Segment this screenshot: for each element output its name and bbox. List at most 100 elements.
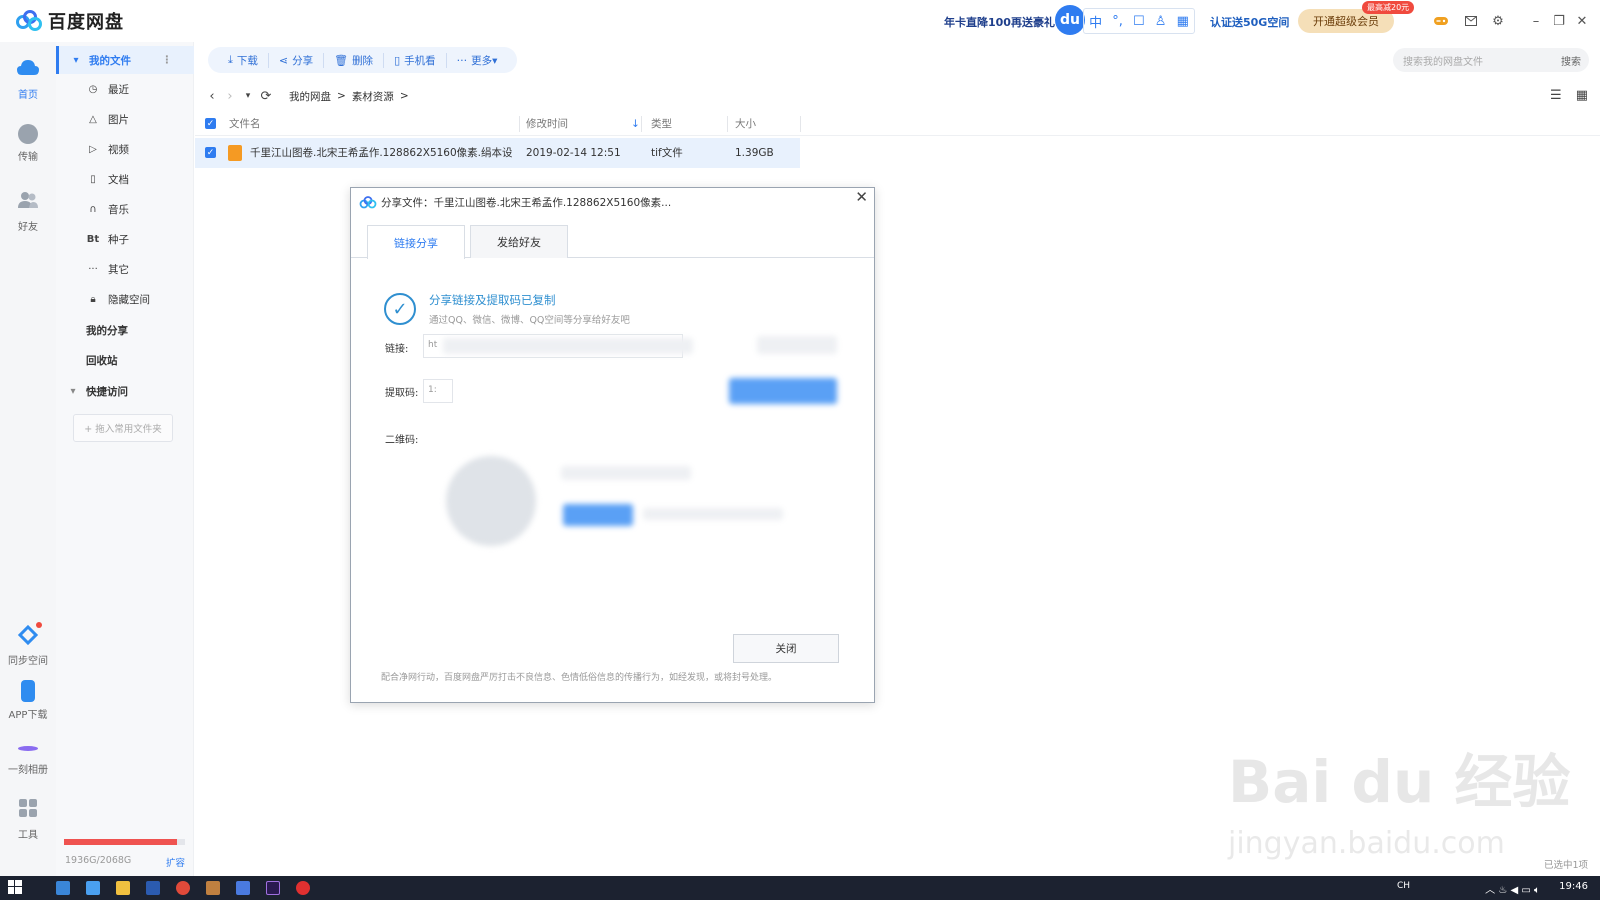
rail-item-friends[interactable]: 好友 <box>0 190 56 233</box>
baidu-pan-logo-icon <box>359 196 377 212</box>
word-icon[interactable] <box>146 881 160 895</box>
ime-keyboard-icon[interactable]: ☐ <box>1133 14 1145 29</box>
vip-discount-badge: 最高减20元 <box>1362 1 1415 14</box>
ime-punct-icon[interactable]: °, <box>1112 14 1123 29</box>
select-all-checkbox[interactable]: ✓ <box>205 118 216 130</box>
taskbar-app-icon[interactable] <box>86 881 100 895</box>
tray-icons[interactable]: ︿ ♨ ◀ ▭ 🔈︎ <box>1485 881 1540 896</box>
blurred-copy-link-button[interactable] <box>757 336 837 354</box>
view-on-mobile-button[interactable]: ▯ 手机看 <box>384 52 447 68</box>
sidebar-item-other[interactable]: ··· 其它 <box>56 255 194 283</box>
checkmark-circle-icon: ✓ <box>384 293 416 325</box>
back-icon[interactable]: ‹ <box>203 89 221 104</box>
restore-icon[interactable]: ❐ <box>1551 13 1567 29</box>
ime-user-icon[interactable]: ♙ <box>1155 14 1167 29</box>
sidebar-item-hidden-space[interactable]: 🔒︎ 隐藏空间 <box>56 285 194 313</box>
search-button[interactable]: 搜索 <box>1561 53 1581 68</box>
rail-item-album[interactable]: 一刻相册 <box>0 736 56 776</box>
cert-link[interactable]: 认证送50G空间 <box>1210 14 1289 30</box>
phone-icon <box>21 680 35 702</box>
column-modified[interactable]: 修改时间 <box>526 112 568 136</box>
rail-item-home[interactable]: 首页 <box>0 58 56 101</box>
rail-item-app-download[interactable]: APP下载 <box>0 680 56 721</box>
gamepad-icon[interactable] <box>1433 13 1449 29</box>
sidebar-item-documents[interactable]: ▯ 文档 <box>56 165 194 193</box>
gear-icon[interactable]: ⚙ <box>1490 13 1506 29</box>
close-icon[interactable]: ✕ <box>855 188 868 206</box>
ime-chinese-icon[interactable]: 中 <box>1089 12 1102 31</box>
history-dropdown-icon[interactable]: ▾ <box>239 91 257 101</box>
more-button[interactable]: ··· 更多▾ <box>447 53 508 68</box>
sidebar-item-recent[interactable]: ◷ 最近 <box>56 75 194 103</box>
blurred-qr-button[interactable] <box>563 504 633 526</box>
sidebar-item-music[interactable]: ∩ 音乐 <box>56 195 194 223</box>
windows-start-icon[interactable] <box>8 879 22 897</box>
file-size: 1.39GB <box>735 147 774 159</box>
table-row[interactable]: ✓ 千里江山图卷.北宋王希孟作.128862X5160像素.绢本设色... 20… <box>195 138 800 168</box>
blurred-qr-text <box>561 466 691 480</box>
download-button[interactable]: ⤓ 下载 <box>218 52 269 68</box>
forward-icon[interactable]: › <box>221 89 239 104</box>
code-field[interactable]: 1: <box>423 379 453 403</box>
rail-item-tools[interactable]: 工具 <box>0 798 56 841</box>
refresh-icon[interactable]: ⟳ <box>257 89 275 104</box>
selection-status: 已选中1项 <box>1543 860 1588 871</box>
promo-link[interactable]: 年卡直降100再送豪礼 <box>944 14 1055 30</box>
taskbar-clock[interactable]: 19:46 <box>1559 881 1588 892</box>
breadcrumb-root[interactable]: 我的网盘 <box>289 89 331 104</box>
file-name[interactable]: 千里江山图卷.北宋王希孟作.128862X5160像素.绢本设色... <box>250 138 512 168</box>
sidebar-item-my-share[interactable]: 我的分享 <box>56 316 194 344</box>
add-favorite-folder-dropzone[interactable]: + 拖入常用文件夹 <box>73 414 173 442</box>
column-type[interactable]: 类型 <box>651 112 672 136</box>
expand-storage-link[interactable]: 扩容 <box>166 855 185 869</box>
baidu-pan-taskbar-icon[interactable] <box>236 881 250 895</box>
sidebar-item-videos[interactable]: ▷ 视频 <box>56 135 194 163</box>
rail-item-transfer[interactable]: 传输 <box>0 124 56 163</box>
taskbar-app-icon[interactable] <box>206 881 220 895</box>
sidebar-item-torrents[interactable]: Bt 种子 <box>56 225 194 253</box>
sidebar-item-quick-access[interactable]: ▾ 快捷访问 <box>56 377 194 405</box>
image-icon: △ <box>89 113 97 125</box>
sidebar-item-recycle-bin[interactable]: 回收站 <box>56 346 194 374</box>
sort-desc-icon[interactable]: ↓ <box>631 112 640 136</box>
sidebar-item-my-files[interactable]: ▾ 我的文件 ⋮ <box>56 46 194 74</box>
rail-label: 好友 <box>18 222 38 233</box>
netease-music-icon[interactable] <box>296 881 310 895</box>
row-checkbox[interactable]: ✓ <box>205 147 216 159</box>
caret-down-icon: ▾ <box>70 385 76 397</box>
taskbar-app-icon[interactable] <box>56 881 70 895</box>
folder-icon[interactable] <box>116 881 130 895</box>
sort-icon[interactable]: ☰ <box>1550 88 1562 103</box>
tab-send-to-friend[interactable]: 发给好友 <box>470 225 568 258</box>
rail-item-sync[interactable]: 同步空间 <box>0 622 56 667</box>
column-size[interactable]: 大小 <box>735 112 756 136</box>
delete-button[interactable]: 🗑︎ 删除 <box>324 52 385 68</box>
mail-icon[interactable] <box>1463 13 1479 29</box>
sidebar-item-images[interactable]: △ 图片 <box>56 105 194 133</box>
column-name[interactable]: 文件名 <box>229 112 261 136</box>
column-divider <box>519 116 520 132</box>
tab-link-share[interactable]: 链接分享 <box>367 225 465 259</box>
chrome-icon[interactable] <box>176 881 190 895</box>
premiere-icon[interactable] <box>266 881 280 895</box>
close-button[interactable]: 关闭 <box>733 634 839 663</box>
file-table-header: ✓ 文件名 修改时间 ↓ 类型 大小 <box>195 112 1600 136</box>
kebab-icon[interactable]: ⋮ <box>162 54 173 66</box>
button-label: 分享 <box>292 54 314 67</box>
du-input-badge[interactable]: du <box>1055 5 1085 35</box>
share-button[interactable]: ⋖ 分享 <box>269 52 325 68</box>
close-icon[interactable]: ✕ <box>1574 13 1590 29</box>
sidebar-item-label: 其它 <box>108 263 129 276</box>
breadcrumb-folder[interactable]: 素材资源 <box>352 89 394 104</box>
file-type: tif文件 <box>651 147 683 159</box>
search-input[interactable]: 搜索我的网盘文件 搜索 <box>1393 48 1589 72</box>
ime-grid-icon[interactable]: ▦ <box>1177 14 1189 29</box>
input-language[interactable]: CH <box>1397 881 1410 891</box>
grid-view-icon[interactable]: ▦ <box>1576 88 1588 103</box>
rail-label: 工具 <box>18 830 38 841</box>
rail-label: 传输 <box>18 152 38 163</box>
ime-toolbar[interactable]: 中 °, ☐ ♙ ▦ <box>1083 8 1195 34</box>
play-icon: ▷ <box>89 143 97 155</box>
minimize-icon[interactable]: – <box>1528 13 1544 29</box>
blurred-copy-button[interactable] <box>729 378 837 404</box>
